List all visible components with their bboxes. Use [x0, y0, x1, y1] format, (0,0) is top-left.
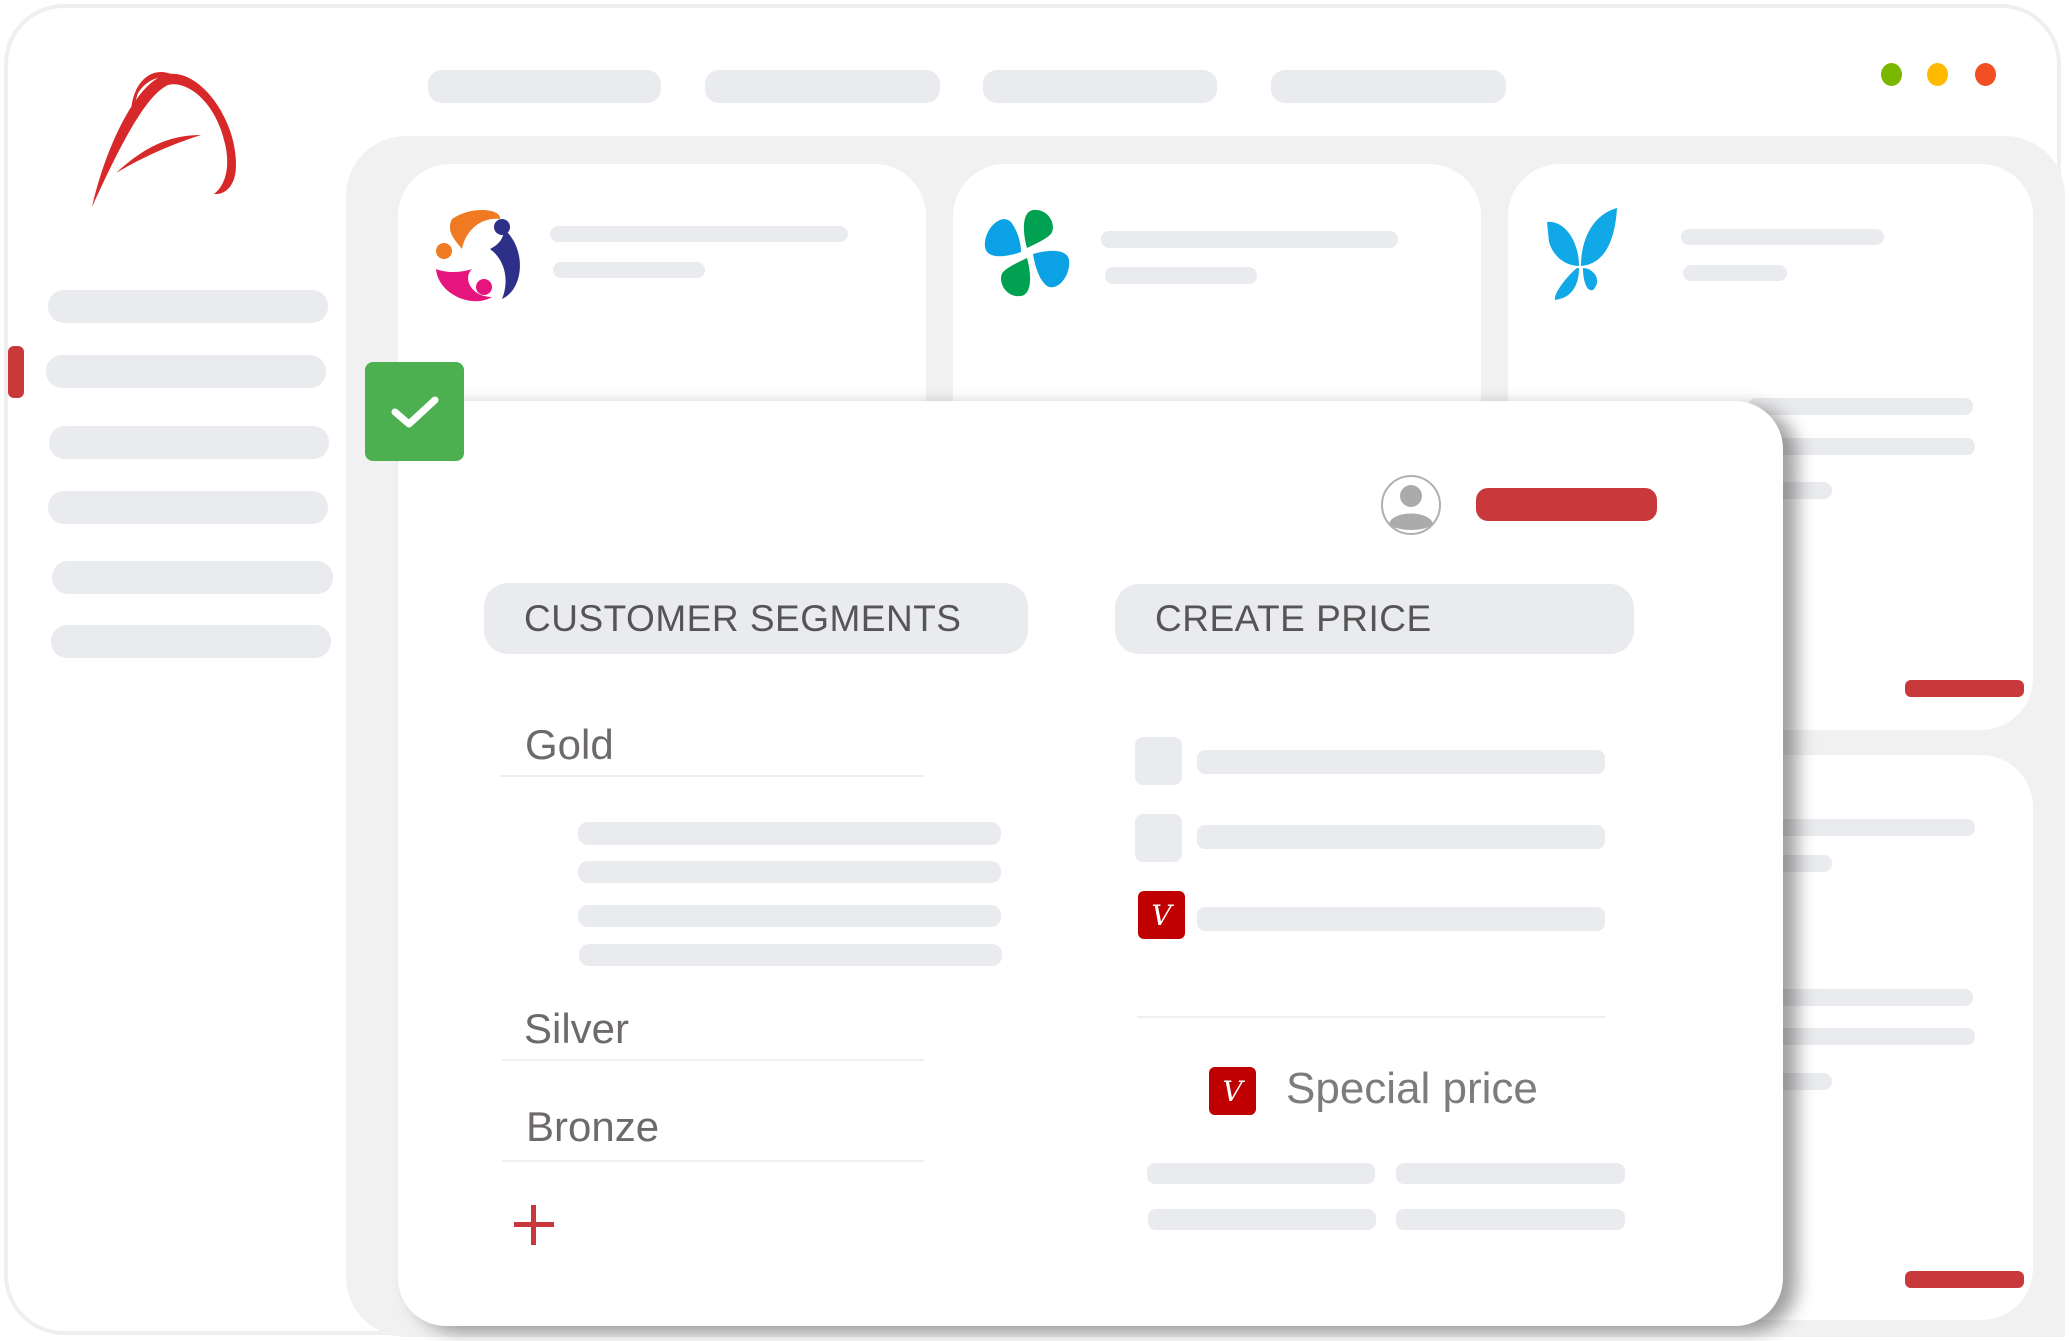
create-price-header: CREATE PRICE [1115, 584, 1634, 654]
special-price-field-3[interactable] [1148, 1209, 1376, 1230]
special-price-label: Special price [1286, 1064, 1538, 1114]
card-3-action-button[interactable] [1905, 680, 2024, 697]
segment-bronze[interactable]: Bronze [526, 1103, 659, 1151]
butterfly-logo-icon [1547, 208, 1617, 300]
segment-gold[interactable]: Gold [525, 721, 614, 769]
community-logo-icon [436, 209, 520, 302]
tab-1[interactable] [428, 70, 661, 103]
user-avatar-icon[interactable] [1380, 474, 1442, 536]
price-option-checkbox-3-checked[interactable]: V [1138, 891, 1185, 939]
card-3-line-1 [1748, 398, 1973, 415]
clover-logo-icon [984, 209, 1070, 297]
special-price-field-1[interactable] [1147, 1163, 1375, 1184]
card-1-subtitle-placeholder [553, 262, 705, 278]
gold-detail-line-4 [579, 944, 1002, 966]
segment-divider [500, 775, 924, 777]
card-1-title-placeholder [550, 226, 848, 242]
window-dot-red[interactable] [1975, 63, 1996, 86]
tab-4[interactable] [1271, 70, 1506, 103]
price-option-label-2 [1197, 825, 1605, 849]
customer-segments-header: CUSTOMER SEGMENTS [484, 583, 1028, 654]
special-price-text: Special price [1286, 1064, 1538, 1113]
card-2-subtitle-placeholder [1105, 267, 1257, 284]
card-4-action-button[interactable] [1905, 1271, 2024, 1288]
sidebar-item-5[interactable] [52, 561, 333, 594]
segment-divider [502, 1160, 924, 1162]
modal-primary-action[interactable] [1476, 488, 1657, 521]
customer-segments-header-label: CUSTOMER SEGMENTS [524, 597, 962, 639]
special-price-field-2[interactable] [1396, 1163, 1625, 1184]
card-2-title-placeholder [1101, 231, 1398, 248]
window-dot-green[interactable] [1881, 63, 1902, 86]
segment-bronze-label: Bronze [526, 1103, 660, 1150]
price-option-checkbox-1[interactable] [1135, 737, 1182, 785]
check-icon [391, 396, 438, 427]
price-option-label-1 [1197, 750, 1605, 774]
tab-3[interactable] [983, 70, 1217, 103]
sidebar-item-1[interactable] [48, 290, 328, 323]
gold-detail-line-2 [578, 861, 1001, 883]
price-divider [1137, 1016, 1605, 1018]
special-price-field-4[interactable] [1396, 1209, 1625, 1230]
window-dot-yellow[interactable] [1927, 63, 1948, 86]
sidebar-item-6[interactable] [51, 625, 331, 658]
card-3-subtitle-placeholder [1683, 265, 1787, 281]
tab-2[interactable] [705, 70, 940, 103]
sidebar-active-indicator [8, 346, 24, 398]
sidebar-item-3[interactable] [49, 426, 329, 459]
special-price-badge: V [1209, 1067, 1256, 1115]
success-badge [365, 362, 464, 461]
segment-gold-label: Gold [525, 721, 614, 768]
segment-silver[interactable]: Silver [524, 1005, 629, 1053]
add-segment-icon[interactable] [514, 1191, 554, 1255]
v-badge-icon: V [1151, 898, 1172, 932]
gold-detail-line-3 [578, 905, 1001, 927]
v-badge-icon: V [1222, 1074, 1243, 1108]
card-3-title-placeholder [1681, 229, 1884, 245]
sidebar-item-2[interactable] [46, 355, 326, 388]
gold-detail-line-1 [578, 822, 1001, 845]
price-option-checkbox-2[interactable] [1135, 814, 1182, 862]
create-price-header-label: CREATE PRICE [1155, 598, 1432, 639]
pricing-modal: CUSTOMER SEGMENTS Gold Silver Bronze CRE… [398, 401, 1783, 1326]
brand-logo [92, 72, 236, 207]
segment-silver-label: Silver [524, 1005, 630, 1052]
price-option-label-3 [1197, 907, 1605, 931]
segment-divider [502, 1059, 924, 1061]
sidebar-item-4[interactable] [48, 491, 328, 524]
